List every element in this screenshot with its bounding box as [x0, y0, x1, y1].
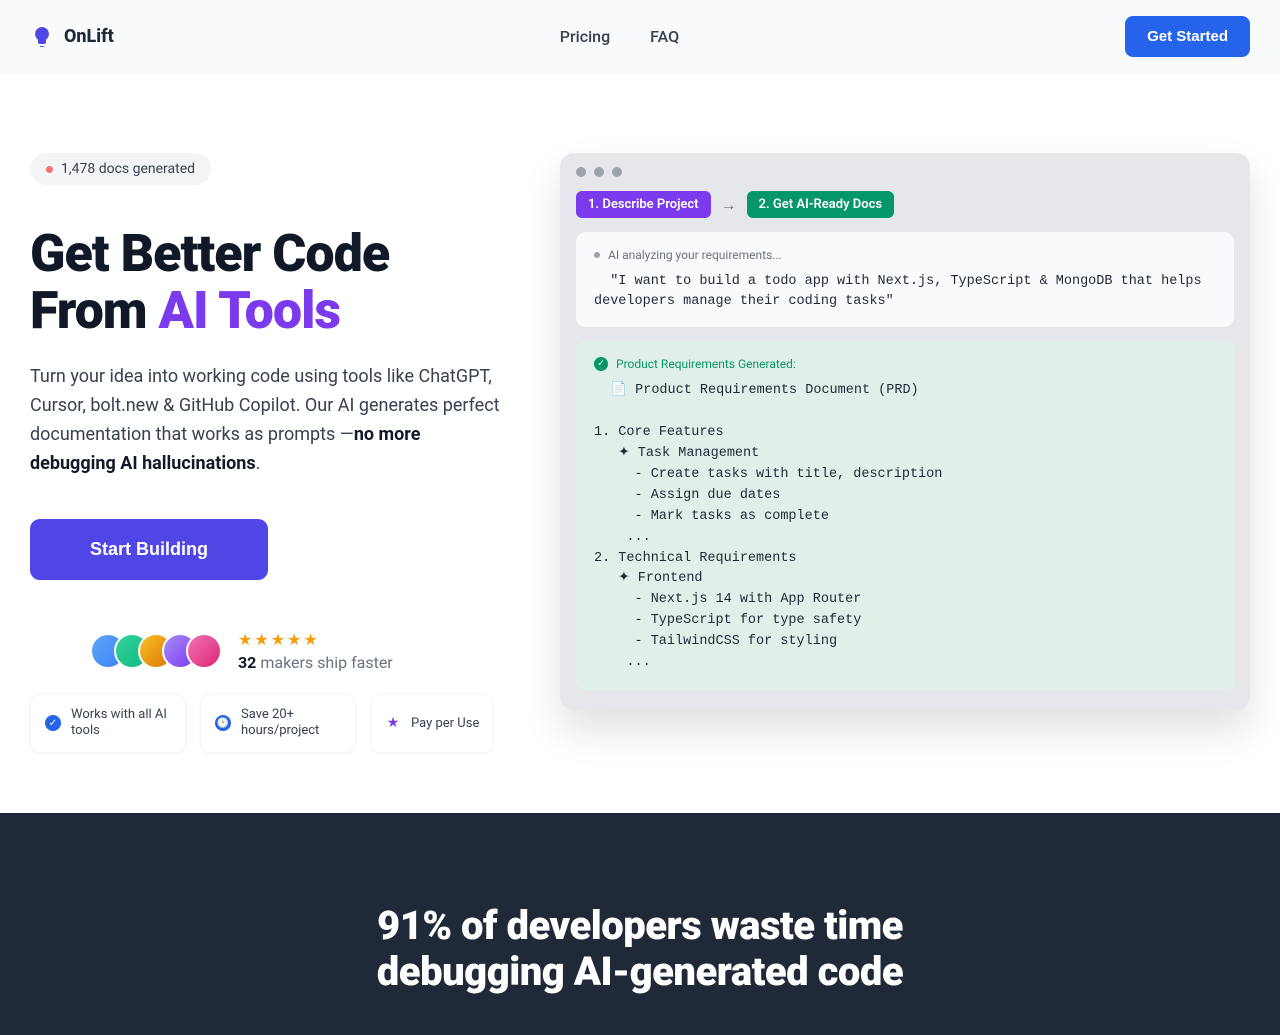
badge-text: 1,478 docs generated [61, 161, 195, 177]
live-dot-icon [46, 166, 53, 173]
clock-icon: 🕑 [215, 715, 231, 731]
analyzing-row: AI analyzing your requirements... [594, 248, 1216, 262]
chip-save-hours: 🕑 Save 20+ hours/project [200, 694, 356, 754]
star-icon: ★ [238, 630, 252, 649]
step-get-docs: 2. Get AI-Ready Docs [747, 191, 895, 218]
hero-subtext: Turn your idea into working code using t… [30, 363, 500, 478]
makers-text: 32 makers ship faster [238, 653, 393, 672]
input-card: AI analyzing your requirements... "I wan… [576, 232, 1234, 327]
window-dot-icon [594, 167, 604, 177]
demo-window: 1. Describe Project → 2. Get AI-Ready Do… [560, 153, 1250, 710]
hero-left: 1,478 docs generated Get Better Code Fro… [30, 153, 500, 753]
start-building-button[interactable]: Start Building [30, 519, 268, 580]
get-started-button[interactable]: Get Started [1125, 16, 1250, 57]
output-card: ✓ Product Requirements Generated: 📄 Prod… [576, 341, 1234, 690]
nav-faq[interactable]: FAQ [650, 27, 679, 46]
bulb-icon [30, 25, 54, 49]
pulse-dot-icon [594, 252, 600, 258]
hero-accent: AI Tools [159, 280, 341, 341]
star-icon: ★ [385, 715, 401, 731]
chip-all-tools: ✓ Works with all AI tools [30, 694, 186, 754]
stats-section: 91% of developers waste time debugging A… [0, 813, 1280, 1035]
step-describe: 1. Describe Project [576, 191, 711, 218]
hero-right: 1. Describe Project → 2. Get AI-Ready Do… [560, 153, 1250, 753]
window-dot-icon [612, 167, 622, 177]
star-rating: ★ ★ ★ ★ ★ [238, 630, 393, 649]
star-icon: ★ [254, 630, 268, 649]
chip-pay-per-use: ★ Pay per Use [370, 694, 494, 754]
check-circle-icon: ✓ [594, 357, 608, 371]
nav-pricing[interactable]: Pricing [560, 27, 610, 46]
star-icon: ★ [303, 630, 317, 649]
user-quote: "I want to build a todo app with Next.js… [594, 272, 1216, 311]
generated-row: ✓ Product Requirements Generated: [594, 357, 1216, 371]
window-controls [576, 167, 1234, 177]
star-icon: ★ [287, 630, 301, 649]
check-icon: ✓ [45, 715, 61, 731]
avatar [186, 633, 222, 669]
site-header: OnLift Pricing FAQ Get Started [0, 0, 1280, 73]
brand-logo[interactable]: OnLift [30, 25, 114, 49]
step-pills: 1. Describe Project → 2. Get AI-Ready Do… [576, 191, 1234, 218]
main-nav: Pricing FAQ [560, 27, 679, 46]
feature-chips: ✓ Works with all AI tools 🕑 Save 20+ hou… [30, 694, 500, 754]
prd-document: 📄 Product Requirements Document (PRD) 1.… [594, 381, 1216, 674]
star-icon: ★ [271, 630, 285, 649]
social-proof: ★ ★ ★ ★ ★ 32 makers ship faster [90, 630, 500, 672]
hero-heading: Get Better Code From AI Tools [30, 225, 500, 339]
docs-badge: 1,478 docs generated [30, 153, 211, 185]
avatar-stack [90, 633, 222, 669]
hero-section: 1,478 docs generated Get Better Code Fro… [0, 73, 1280, 813]
arrow-icon: → [721, 195, 737, 215]
stats-heading: 91% of developers waste time debugging A… [290, 903, 990, 995]
brand-name: OnLift [64, 26, 114, 47]
window-dot-icon [576, 167, 586, 177]
